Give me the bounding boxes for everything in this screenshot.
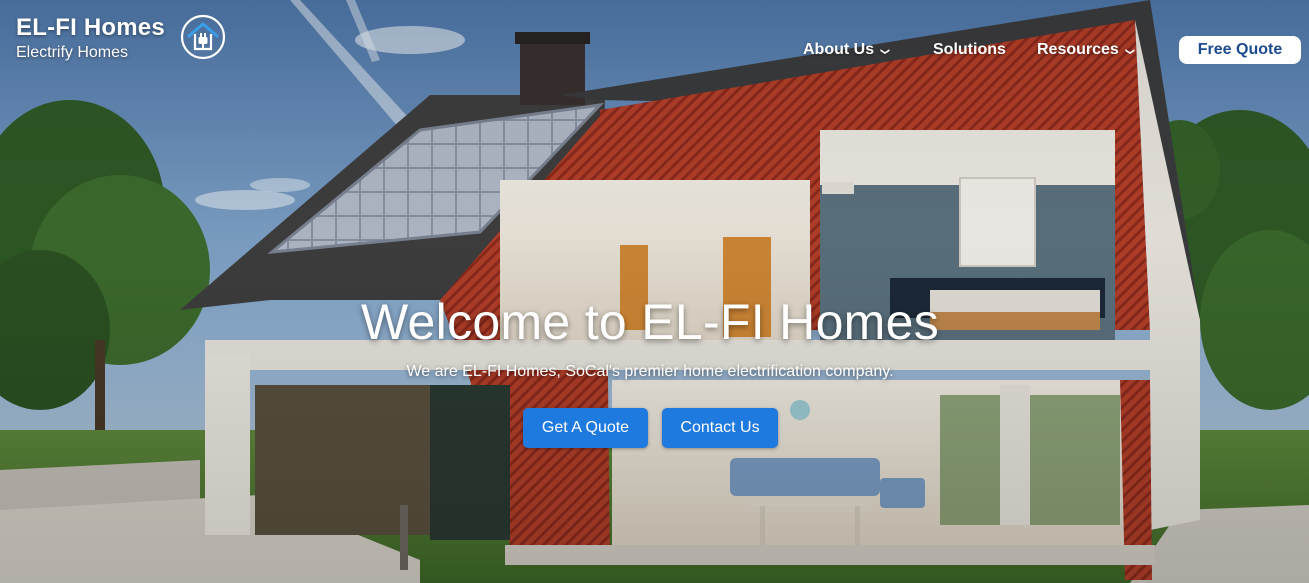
free-quote-button[interactable]: Free Quote <box>1179 36 1301 64</box>
nav-item-about-us[interactable]: About Us ❯ <box>803 38 891 62</box>
nav-item-resources[interactable]: Resources ❯ <box>1037 38 1136 62</box>
get-a-quote-button[interactable]: Get A Quote <box>523 408 648 448</box>
hero-subtitle: We are EL-FI Homes, SoCal's premier home… <box>406 363 894 380</box>
brand-title[interactable]: EL-FI Homes <box>16 14 165 42</box>
chevron-down-icon: ❯ <box>1125 47 1136 55</box>
nav-item-label: About Us <box>803 41 875 58</box>
nav-item-label: Solutions <box>933 41 1006 58</box>
contact-us-button[interactable]: Contact Us <box>662 408 778 448</box>
hero-overlay <box>0 0 1309 583</box>
nav-item-solutions[interactable]: Solutions <box>933 38 1006 62</box>
nav-item-label: Resources <box>1037 41 1119 58</box>
hero-title: Welcome to EL-FI Homes <box>360 294 940 350</box>
brand[interactable]: EL-FI Homes Electrify Homes <box>16 14 165 63</box>
chevron-down-icon: ❯ <box>880 47 891 55</box>
house-plug-icon[interactable] <box>178 13 228 61</box>
brand-subtitle: Electrify Homes <box>16 44 129 61</box>
